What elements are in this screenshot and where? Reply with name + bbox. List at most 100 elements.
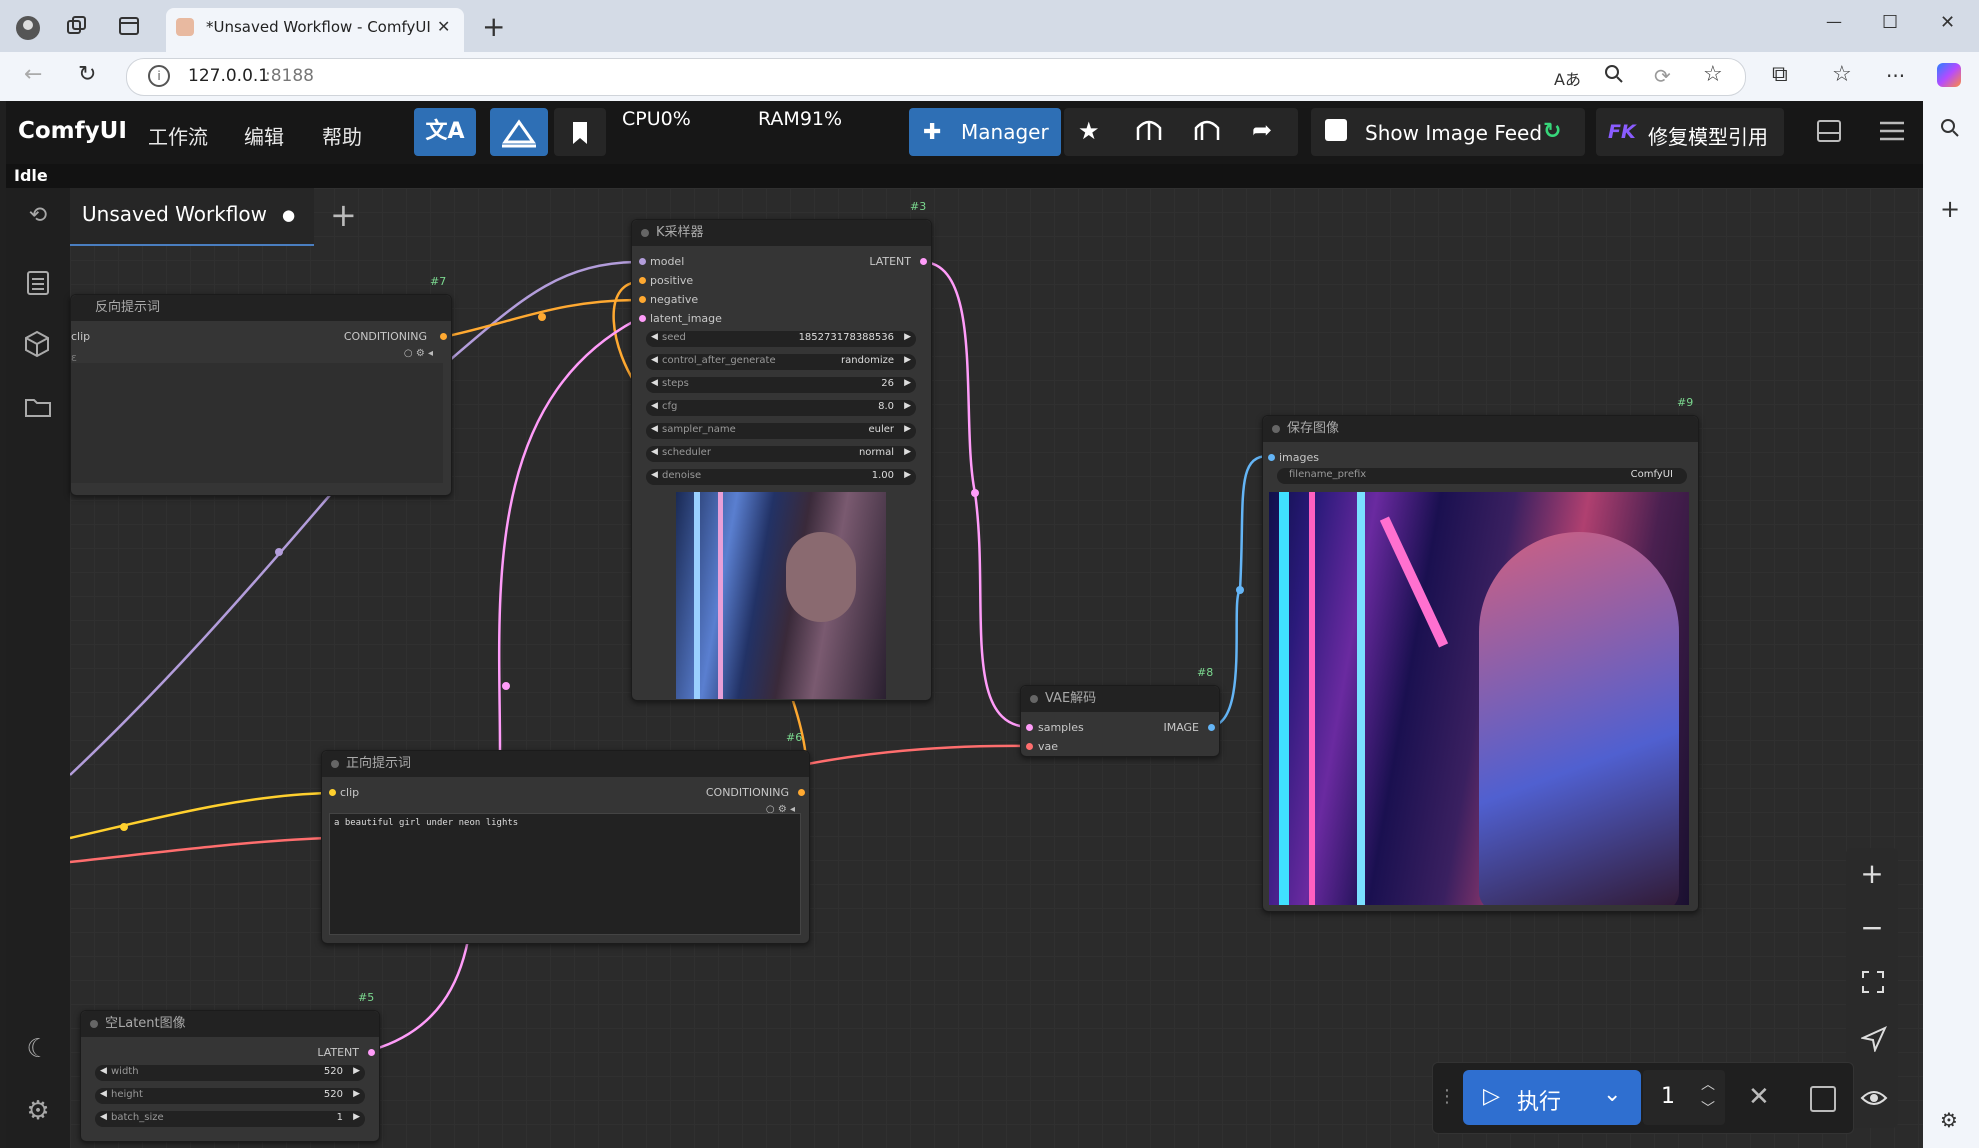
input-negative[interactable]: negative (650, 293, 698, 306)
select-mode-icon[interactable] (1859, 1025, 1888, 1056)
output-image[interactable]: IMAGE (1163, 721, 1199, 734)
widget-height[interactable]: ◀ height 520 ▶ (95, 1088, 365, 1104)
input-samples[interactable]: samples (1038, 721, 1084, 734)
batch-count-stepper[interactable]: 1 ︿ ﹀ (1643, 1070, 1725, 1125)
widget-value: normal (858, 447, 894, 458)
zoom-out-button[interactable]: − (1846, 906, 1898, 950)
widget-width[interactable]: ◀ width 520 ▶ (95, 1065, 365, 1081)
output-latent[interactable]: LATENT (317, 1046, 359, 1059)
widget-label: denoise (662, 470, 702, 481)
drag-handle-icon[interactable]: ⋮ (1438, 1086, 1456, 1107)
widget-label: sampler_name (662, 424, 736, 435)
widget-value: 26 (881, 378, 894, 389)
node-title-bar[interactable]: 空Latent图像 (81, 1011, 379, 1037)
link-midpoint (275, 548, 283, 556)
input-slot-dot[interactable] (1026, 724, 1033, 731)
increment-chevron-icon[interactable]: ︿ (1701, 1074, 1715, 1094)
widget-label: steps (662, 378, 689, 389)
node-empty-latent[interactable]: 空Latent图像 LATENT ◀ width 520 ▶ ◀ height 520 ▶ … (80, 1010, 380, 1142)
widget-steps[interactable]: ◀ steps 26 ▶ (646, 377, 916, 393)
workflow-tab[interactable]: Unsaved Workflow ● (70, 188, 314, 246)
input-slot-dot[interactable] (639, 315, 646, 322)
model-library-cube-icon[interactable] (24, 330, 50, 362)
widget-label: cfg (662, 401, 678, 412)
link-midpoint (502, 682, 510, 690)
node-save-image[interactable]: 保存图像 images filename_prefix ComfyUI (1262, 415, 1699, 912)
node-title-bar[interactable]: 正向提示词 (322, 751, 809, 777)
toggle-links-eye-icon[interactable] (1860, 1088, 1888, 1112)
node-8-id: #8 (1197, 666, 1214, 679)
output-slot-dot[interactable] (440, 333, 447, 340)
input-clip[interactable]: clip (340, 786, 359, 799)
widget-control-after-generate[interactable]: ◀ control_after_generate randomize ▶ (646, 354, 916, 370)
widget-seed[interactable]: ◀ seed 185273178388536 ▶ (646, 331, 916, 347)
input-slot-dot[interactable] (639, 258, 646, 265)
history-icon[interactable]: ⟲ (18, 203, 58, 228)
input-clip[interactable]: clip (71, 330, 90, 343)
batch-count-value: 1 (1661, 1084, 1675, 1109)
link-model-to-clip (69, 494, 331, 776)
neon-bar (694, 492, 700, 699)
input-latent-image[interactable]: latent_image (650, 312, 722, 325)
output-latent[interactable]: LATENT (869, 255, 911, 268)
node-title-bar[interactable]: 反向提示词 (71, 295, 451, 321)
input-images[interactable]: images (1279, 451, 1319, 464)
input-slot-dot[interactable] (329, 789, 336, 796)
node-vae-decode[interactable]: VAE解码 samples vae IMAGE (1020, 685, 1220, 757)
widget-denoise[interactable]: ◀ denoise 1.00 ▶ (646, 469, 916, 485)
widget-batch-size[interactable]: ◀ batch_size 1 ▶ (95, 1111, 365, 1127)
workflows-folder-icon[interactable] (24, 396, 52, 422)
widget-cfg[interactable]: ◀ cfg 8.0 ▶ (646, 400, 916, 416)
neon-bar (1357, 492, 1365, 905)
link-midpoint (120, 823, 128, 831)
node-title-bar[interactable]: 保存图像 (1263, 416, 1698, 442)
add-workflow-button[interactable]: + (330, 196, 357, 234)
node-5-id: #5 (358, 991, 375, 1004)
link-vae-left (69, 836, 331, 864)
input-vae[interactable]: vae (1038, 740, 1058, 753)
negative-prompt-textarea[interactable] (71, 363, 443, 483)
input-slot-dot[interactable] (639, 296, 646, 303)
input-slot-dot[interactable] (639, 277, 646, 284)
input-model[interactable]: model (650, 255, 684, 268)
run-queue-button[interactable]: ▷ 执行 ⌄ (1463, 1070, 1641, 1125)
node-negative-prompt[interactable]: 反向提示词 clip CONDITIONING ○ ⚙ ◂ ε (70, 294, 452, 496)
settings-gear-icon[interactable]: ⚙ (18, 1096, 58, 1126)
input-slot-dot[interactable] (1026, 743, 1033, 750)
node-title-bar[interactable]: VAE解码 (1021, 686, 1219, 712)
input-positive[interactable]: positive (650, 274, 693, 287)
output-slot-dot[interactable] (920, 258, 927, 265)
input-slot-dot[interactable] (1268, 454, 1275, 461)
widget-label: control_after_generate (662, 355, 776, 366)
output-slot-dot[interactable] (368, 1049, 375, 1056)
output-conditioning[interactable]: CONDITIONING (344, 330, 427, 343)
node-ksampler[interactable]: K采样器 model positive negative latent_imag… (631, 219, 932, 701)
theme-moon-icon[interactable]: ☾ (18, 1034, 58, 1064)
node-title-bar[interactable]: K采样器 (632, 220, 931, 246)
node-widget-toggles-icon[interactable]: ○ ⚙ ◂ (404, 348, 433, 359)
widget-label: width (111, 1066, 139, 1077)
output-slot-dot[interactable] (1208, 724, 1215, 731)
fit-view-icon[interactable] (1861, 970, 1885, 998)
node-9-id: #9 (1677, 396, 1694, 409)
output-slot-dot[interactable] (798, 789, 805, 796)
positive-prompt-textarea[interactable]: a beautiful girl under neon lights (329, 813, 801, 935)
widget-sampler-name[interactable]: ◀ sampler_name euler ▶ (646, 423, 916, 439)
node-title: 空Latent图像 (105, 1016, 186, 1031)
stop-icon[interactable] (1810, 1086, 1836, 1112)
unsaved-dot-icon: ● (282, 206, 296, 224)
widget-filename-prefix[interactable]: filename_prefix ComfyUI (1277, 468, 1687, 484)
link-vae (801, 744, 1031, 767)
widget-scheduler[interactable]: ◀ scheduler normal ▶ (646, 446, 916, 462)
queue-list-icon[interactable] (26, 270, 50, 300)
widget-label: scheduler (662, 447, 711, 458)
output-conditioning[interactable]: CONDITIONING (706, 786, 789, 799)
node-positive-prompt[interactable]: 正向提示词 clip CONDITIONING ○ ⚙ ◂ a beautifu… (321, 750, 810, 944)
zoom-in-button[interactable]: + (1846, 852, 1898, 896)
run-options-chevron-icon[interactable]: ⌄ (1603, 1082, 1621, 1107)
neon-bar (1279, 492, 1289, 905)
cancel-run-icon[interactable]: ✕ (1748, 1082, 1770, 1112)
node-3-id: #3 (910, 200, 927, 213)
link-latent-source (371, 939, 470, 1052)
decrement-chevron-icon[interactable]: ﹀ (1701, 1098, 1715, 1118)
